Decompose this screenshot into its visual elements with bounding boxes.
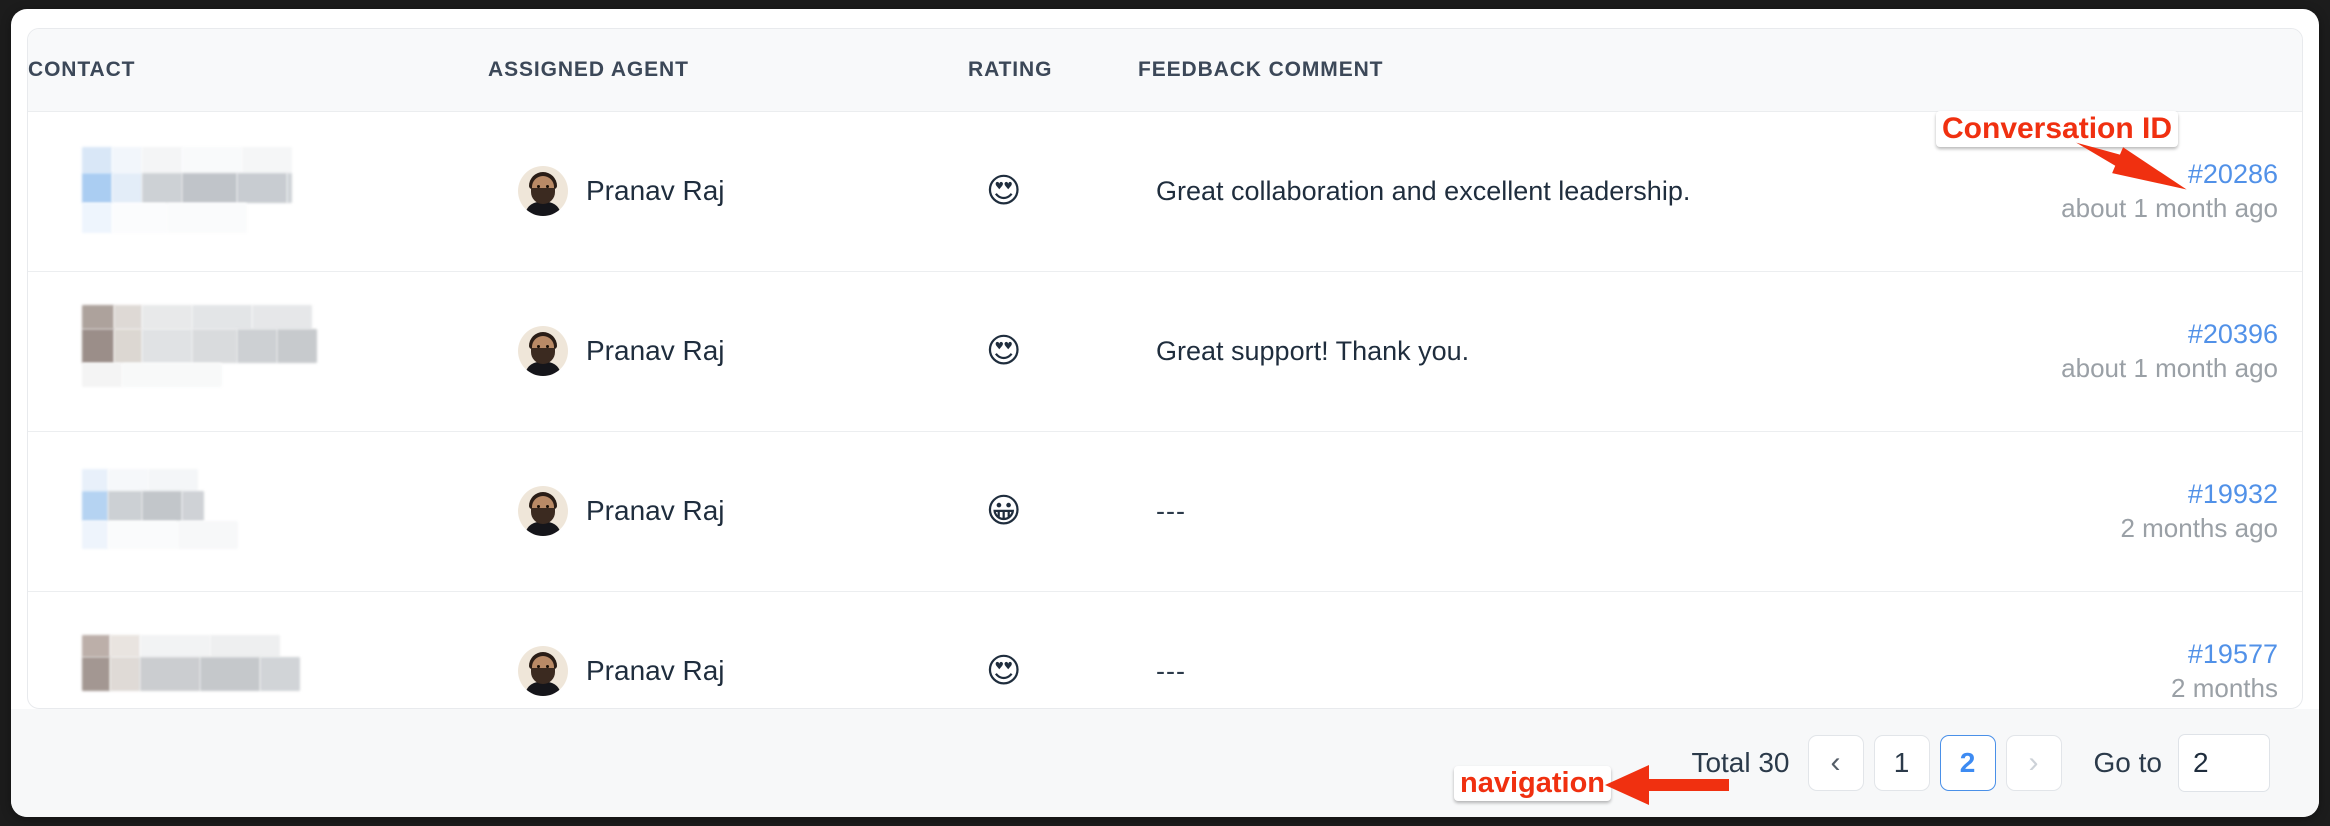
chevron-right-icon: › [2028,746,2039,779]
agent-info: Pranav Raj [488,486,968,536]
agent-name: Pranav Raj [586,335,725,366]
total-count-label: Total 30 [1691,747,1790,778]
cell-feedback-comment: --- [1138,431,1928,592]
conversation-timestamp: about 1 month ago [2061,192,2278,223]
cell-assigned-agent: Pranav Raj [488,431,968,592]
feedback-panel: CONTACT ASSIGNED AGENT RATING FEEDBACK C… [11,9,2319,817]
feedback-comment-text: --- [1156,495,1186,526]
agent-avatar [518,486,568,536]
grinning-face-emoji: 😀 [986,491,1022,531]
agent-info: Pranav Raj [488,166,968,216]
cell-conversation-id: #19577 2 months [1928,591,2302,708]
goto-label: Go to [2093,747,2162,778]
agent-info: Pranav Raj [488,326,968,376]
pagination-next-button[interactable]: › [2005,735,2062,791]
agent-avatar [518,166,568,216]
pagination-page-2-button[interactable]: 2 [1939,735,1996,791]
cell-rating: 😀 [968,431,1138,592]
cell-assigned-agent: Pranav Raj [488,111,968,272]
conversation-id-link[interactable]: #19577 [1928,637,2278,672]
redacted-contact-name [82,625,488,708]
cell-conversation-id: #19932 2 months ago [1928,431,2302,592]
conversation-timestamp: 2 months [2171,672,2278,703]
table-body: Pranav Raj 😍 Great collaboration and excel… [28,111,2302,708]
conversation-id-link[interactable]: #19932 [1928,477,2278,512]
conversation-id-block: #19577 2 months [1928,637,2302,705]
smiling-face-with-heart-eyes-emoji: 😍 [986,651,1022,691]
pagination-bar: Total 30 ‹ 1 2 › Go to [11,709,2319,817]
conversation-id-block: #19932 2 months ago [1928,477,2302,545]
table-row[interactable]: Pranav Raj 😍 Great support! Thank you. #203… [28,271,2302,432]
agent-avatar [518,646,568,696]
conversation-id-block: #20396 about 1 month ago [1928,317,2302,385]
feedback-comment-text: Great support! Thank you. [1156,335,1470,366]
cell-assigned-agent: Pranav Raj [488,271,968,432]
column-header-conversation-id [1928,29,2302,112]
chevron-left-icon: ‹ [1830,746,1841,779]
cell-assigned-agent: Pranav Raj [488,591,968,708]
annotation-conversation-id: Conversation ID [1936,111,2179,147]
cell-rating: 😍 [968,591,1138,708]
column-header-assigned-agent: ASSIGNED AGENT [488,29,968,112]
cell-rating: 😍 [968,111,1138,272]
screenshot-frame: CONTACT ASSIGNED AGENT RATING FEEDBACK C… [0,0,2330,826]
agent-name: Pranav Raj [586,175,725,206]
smiling-face-with-heart-eyes-emoji: 😍 [986,171,1022,211]
agent-info: Pranav Raj [488,646,968,696]
column-header-rating: RATING [968,29,1138,112]
redacted-contact-name [82,145,488,237]
table-header: CONTACT ASSIGNED AGENT RATING FEEDBACK C… [28,29,2302,112]
table-row[interactable]: Pranav Raj 😍 --- #19577 2 months [28,591,2302,708]
pagination-prev-button[interactable]: ‹ [1807,735,1864,791]
goto-page-input[interactable] [2178,734,2270,792]
conversation-id-block: #20286 about 1 month ago [1928,157,2302,225]
column-header-contact: CONTACT [28,29,488,112]
cell-contact [28,271,488,432]
agent-name: Pranav Raj [586,655,725,686]
table-row[interactable]: Pranav Raj 😀 --- #19932 2 months ago [28,431,2302,592]
conversation-timestamp: about 1 month ago [2061,352,2278,383]
cell-conversation-id: #20396 about 1 month ago [1928,271,2302,432]
cell-feedback-comment: Great collaboration and excellent leader… [1138,111,1928,272]
annotation-navigation: navigation [1454,766,1612,801]
cell-feedback-comment: Great support! Thank you. [1138,271,1928,432]
agent-avatar [518,326,568,376]
table-header-row: CONTACT ASSIGNED AGENT RATING FEEDBACK C… [28,29,2302,112]
conversation-id-link[interactable]: #20286 [1928,157,2278,192]
agent-name: Pranav Raj [586,495,725,526]
redacted-contact-name [82,465,488,557]
pagination-page-1-button[interactable]: 1 [1873,735,1930,791]
feedback-comment-text: --- [1156,655,1186,686]
cell-contact [28,591,488,708]
column-header-feedback-comment: FEEDBACK COMMENT [1138,29,1928,112]
smiling-face-with-heart-eyes-emoji: 😍 [986,331,1022,371]
cell-contact [28,431,488,592]
conversation-id-link[interactable]: #20396 [1928,317,2278,352]
cell-contact [28,111,488,272]
cell-rating: 😍 [968,271,1138,432]
conversation-timestamp: 2 months ago [2120,512,2278,543]
redacted-contact-name [82,305,488,397]
feedback-comment-text: Great collaboration and excellent leader… [1156,175,1691,206]
cell-feedback-comment: --- [1138,591,1928,708]
